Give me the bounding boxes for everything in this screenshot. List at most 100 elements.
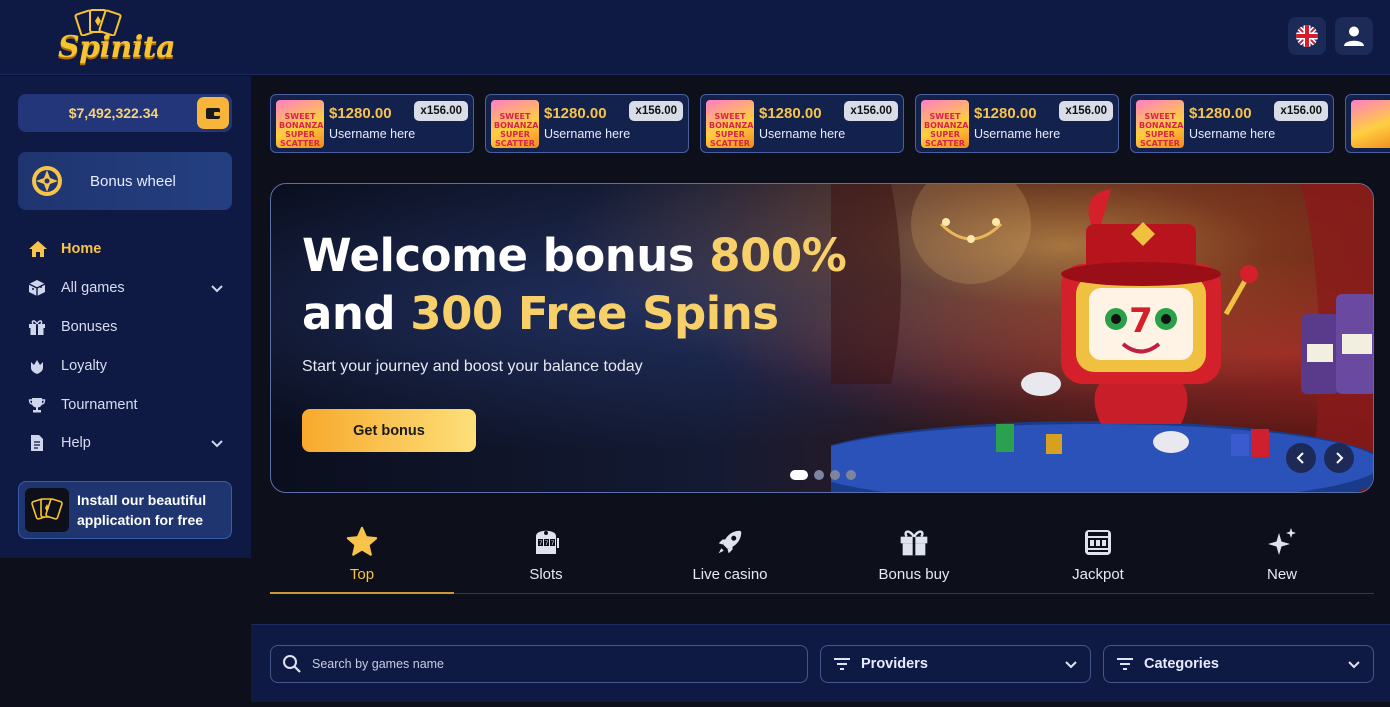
win-amount: $1280.00 — [759, 105, 822, 122]
tab-live-casino[interactable]: Live casino — [638, 513, 822, 593]
categories-dropdown[interactable]: Categories — [1103, 645, 1374, 683]
tab-label: Live casino — [692, 566, 768, 583]
bonus-wheel-button[interactable]: Bonus wheel — [18, 152, 232, 210]
gift-icon — [28, 318, 52, 336]
trophy-icon — [28, 396, 52, 414]
nav-item-bonuses[interactable]: Bonuses — [28, 308, 224, 347]
win-username: Username here — [329, 127, 416, 141]
slot-machine-icon: 777 — [536, 530, 559, 554]
balance-widget[interactable]: $7,492,322.34 — [18, 94, 232, 132]
win-card[interactable]: SWEET BONANZA SUPER SCATTER $1280.00 Use… — [270, 94, 474, 153]
tab-new[interactable]: New — [1190, 513, 1374, 593]
search-icon — [283, 655, 301, 673]
tab-top[interactable]: Top — [270, 513, 454, 594]
win-card[interactable]: SWEET BONANZA SUPER SCATTER $1280.00 Use… — [915, 94, 1119, 153]
carousel-next-button[interactable] — [1324, 443, 1354, 473]
carousel-dot[interactable] — [846, 470, 856, 480]
win-card-partial[interactable] — [1345, 94, 1390, 153]
app-cards-icon — [25, 488, 69, 532]
main-nav: Home All games Bonuses Loyalty Tournamen… — [28, 230, 224, 463]
nav-item-tournament[interactable]: Tournament — [28, 385, 224, 424]
tab-label: Bonus buy — [878, 566, 950, 583]
user-icon — [1344, 26, 1364, 46]
nav-item-label: Loyalty — [61, 357, 107, 374]
win-username: Username here — [759, 127, 846, 141]
install-app-banner[interactable]: Install our beautiful application for fr… — [18, 481, 232, 539]
providers-label: Providers — [861, 656, 928, 672]
wheel-icon — [32, 166, 62, 196]
tab-bonus-buy[interactable]: Bonus buy — [822, 513, 1006, 593]
crown-shield-icon — [28, 357, 52, 375]
nav-item-label: Help — [61, 435, 91, 452]
nav-item-loyalty[interactable]: Loyalty — [28, 346, 224, 385]
get-bonus-button[interactable]: Get bonus — [302, 409, 476, 452]
tab-label: Slots — [529, 566, 563, 583]
svg-text:7: 7 — [539, 540, 543, 547]
top-bar: Spinita — [0, 0, 1390, 75]
install-app-text: Install our beautiful application for fr… — [77, 492, 207, 528]
game-thumbnail: SWEET BONANZA SUPER SCATTER — [1136, 100, 1184, 148]
game-search — [270, 645, 808, 683]
tab-label: New — [1266, 566, 1297, 583]
carousel-dot[interactable] — [814, 470, 824, 480]
win-username: Username here — [974, 127, 1061, 141]
win-card[interactable]: SWEET BONANZA SUPER SCATTER $1280.00 Use… — [700, 94, 904, 153]
bonus-wheel-label: Bonus wheel — [90, 172, 176, 190]
win-multiplier-badge: x156.00 — [414, 101, 468, 121]
tab-label: Top — [349, 566, 375, 583]
win-multiplier-badge: x156.00 — [844, 101, 898, 121]
win-amount: $1280.00 — [329, 105, 392, 122]
carousel-prev-button[interactable] — [1286, 443, 1316, 473]
account-button[interactable] — [1335, 17, 1373, 55]
categories-label: Categories — [1144, 656, 1219, 672]
win-username: Username here — [1189, 127, 1276, 141]
win-username: Username here — [544, 127, 631, 141]
providers-dropdown[interactable]: Providers — [820, 645, 1091, 683]
win-amount: $1280.00 — [1189, 105, 1252, 122]
hero-banner: 7 Welcome bonus 800% and 300 Free Spins … — [270, 183, 1374, 493]
chevron-left-icon — [1296, 452, 1304, 464]
svg-text:7: 7 — [1129, 301, 1153, 341]
game-thumbnail: SWEET BONANZA SUPER SCATTER — [706, 100, 754, 148]
wallet-button[interactable] — [197, 97, 229, 129]
chevron-right-icon — [1336, 452, 1344, 464]
nav-item-label: Tournament — [61, 396, 138, 413]
win-amount: $1280.00 — [544, 105, 607, 122]
spinita-logo[interactable]: Spinita — [56, 8, 176, 66]
jackpot-icon — [1085, 530, 1111, 555]
category-tabs: Top 777 Slots Live casino Bonus buy Jack… — [270, 513, 1374, 594]
tab-label: Jackpot — [1072, 566, 1124, 583]
tab-slots[interactable]: 777 Slots — [454, 513, 638, 593]
win-multiplier-badge: x156.00 — [1274, 101, 1328, 121]
sparkles-icon — [1268, 528, 1296, 555]
language-button[interactable] — [1288, 17, 1326, 55]
carousel-dots — [790, 470, 856, 480]
rocket-icon — [718, 530, 742, 554]
svg-text:7: 7 — [551, 540, 555, 547]
tab-jackpot[interactable]: Jackpot — [1006, 513, 1190, 593]
win-multiplier-badge: x156.00 — [1059, 101, 1113, 121]
game-filters-bar: Providers Categories — [251, 624, 1390, 702]
carousel-dot[interactable] — [790, 470, 808, 480]
cube-icon — [28, 279, 52, 297]
search-input[interactable] — [312, 657, 772, 671]
hero-subtitle: Start your journey and boost your balanc… — [302, 358, 643, 375]
win-card[interactable]: SWEET BONANZA SUPER SCATTER $1280.00 Use… — [485, 94, 689, 153]
win-card[interactable]: SWEET BONANZA SUPER SCATTER $1280.00 Use… — [1130, 94, 1334, 153]
filter-icon — [834, 658, 850, 670]
filter-icon — [1117, 658, 1133, 670]
chevron-down-icon — [211, 440, 223, 448]
carousel-dot[interactable] — [830, 470, 840, 480]
nav-item-all-games[interactable]: All games — [28, 269, 224, 308]
nav-item-home[interactable]: Home — [28, 230, 224, 269]
wallet-icon — [206, 108, 220, 119]
game-thumbnail: SWEET BONANZA SUPER SCATTER — [491, 100, 539, 148]
game-thumbnail: SWEET BONANZA SUPER SCATTER — [921, 100, 969, 148]
nav-item-label: All games — [61, 280, 125, 297]
recent-wins-ticker: SWEET BONANZA SUPER SCATTER $1280.00 Use… — [270, 94, 1390, 154]
document-icon — [28, 434, 52, 452]
nav-item-label: Home — [61, 241, 102, 258]
logo-text: Spinita — [58, 30, 176, 65]
hero-title: Welcome bonus 800% and 300 Free Spins — [302, 229, 847, 340]
nav-item-help[interactable]: Help — [28, 424, 224, 463]
